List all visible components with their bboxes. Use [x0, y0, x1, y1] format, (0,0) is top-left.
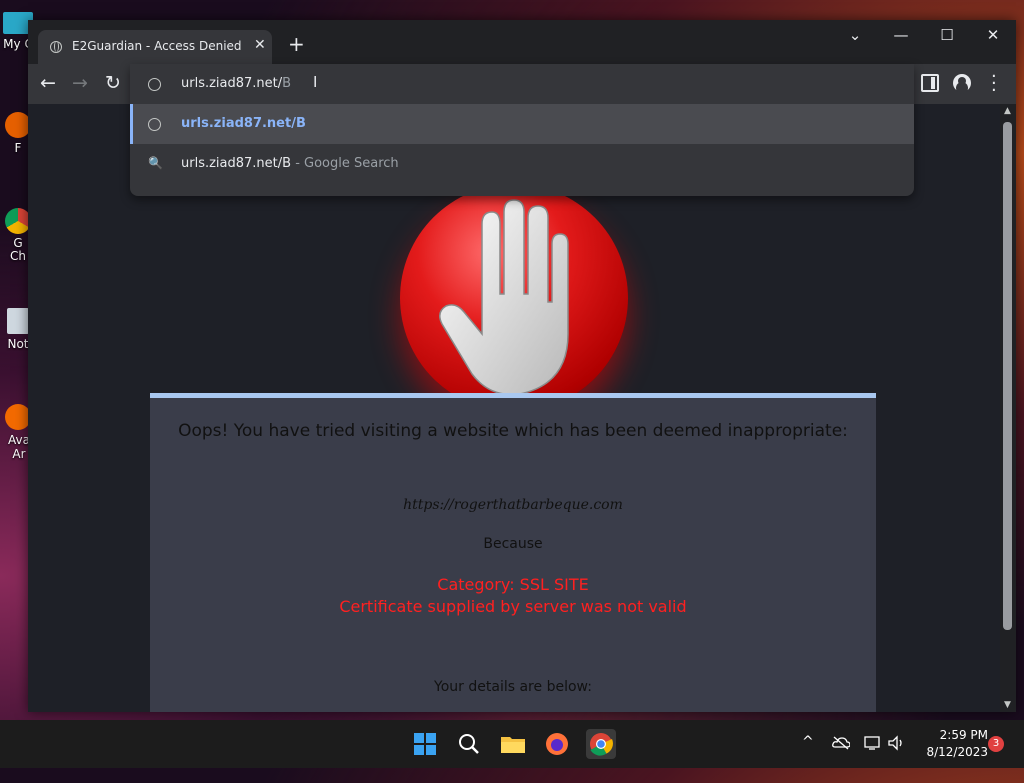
taskbar: ^ 2:59 PM 8/12/2023 — [0, 720, 1024, 768]
notepad-icon — [7, 308, 29, 334]
onedrive-icon[interactable] — [832, 735, 851, 783]
address-input[interactable]: urls.ziad87.net/B — [181, 76, 291, 91]
side-panel-icon[interactable] — [921, 74, 939, 92]
new-tab-button[interactable]: + — [288, 34, 305, 54]
address-autocomplete-text: B — [282, 76, 292, 91]
vertical-scrollbar[interactable]: ▲ ▼ — [1000, 104, 1016, 712]
firefox-icon[interactable] — [542, 729, 572, 759]
address-bar[interactable]: urls.ziad87.net/B I — [130, 64, 914, 104]
search-icon[interactable] — [454, 729, 484, 759]
suggestion-search[interactable]: 🔍 urls.ziad87.net/B - Google Search — [130, 144, 914, 184]
browser-window: E2Guardian - Access Denied ✕ + ⌄ — ☐ ✕ ←… — [28, 20, 1016, 712]
suggestion-sub: - Google Search — [291, 156, 399, 171]
reason-text: Certificate supplied by server was not v… — [339, 597, 687, 616]
globe-icon — [148, 78, 161, 91]
desktop-icon-label: G Ch — [10, 237, 26, 263]
clock-date: 8/12/2023 — [926, 745, 988, 759]
reload-button[interactable]: ↻ — [105, 73, 121, 93]
tab-search-dropdown-icon[interactable]: ⌄ — [840, 26, 870, 44]
scroll-up-icon[interactable]: ▲ — [1004, 106, 1011, 116]
tab-strip: E2Guardian - Access Denied ✕ + ⌄ — ☐ ✕ — [28, 20, 1016, 64]
maximize-button[interactable]: ☐ — [932, 26, 962, 44]
scrollbar-thumb[interactable] — [1003, 122, 1012, 630]
menu-dots-icon[interactable]: · · · — [991, 68, 997, 100]
search-icon: 🔍 — [148, 156, 163, 170]
profile-icon[interactable] — [953, 74, 971, 92]
notification-badge[interactable]: 3 — [988, 736, 1004, 752]
globe-icon — [148, 118, 161, 131]
suggestion-url[interactable]: urls.ziad87.net/B — [130, 104, 914, 144]
category-text: Category: SSL SITE — [437, 575, 589, 594]
suggestion-query: urls.ziad87.net/B — [181, 156, 292, 171]
text-cursor-icon: I — [313, 73, 318, 91]
block-category: Category: SSL SITE Certificate supplied … — [150, 574, 876, 618]
clock[interactable]: 2:59 PM 8/12/2023 — [900, 727, 988, 761]
back-button[interactable]: ← — [40, 73, 56, 93]
globe-icon — [50, 41, 62, 53]
because-label: Because — [483, 536, 543, 552]
omnibox-dropdown: urls.ziad87.net/B I urls.ziad87.net/B 🔍 … — [130, 64, 914, 196]
suggestion-text: urls.ziad87.net/B - Google Search — [181, 156, 399, 171]
network-icon[interactable] — [864, 735, 882, 783]
block-message-panel: Oops! You have tried visiting a website … — [150, 393, 876, 712]
tab-title: E2Guardian - Access Denied — [72, 39, 242, 53]
file-explorer-icon[interactable] — [498, 729, 528, 759]
blocked-url: https://rogerthatbarbeque.com — [403, 497, 623, 513]
tab-close-icon[interactable]: ✕ — [254, 37, 266, 53]
forward-button[interactable]: → — [72, 73, 88, 93]
stop-hand-icon — [400, 184, 628, 412]
show-hidden-icons-chevron-icon[interactable]: ^ — [802, 734, 814, 782]
clock-time: 2:59 PM — [939, 728, 988, 742]
block-headline: Oops! You have tried visiting a website … — [178, 421, 848, 441]
address-typed-text: urls.ziad87.net/ — [181, 76, 283, 91]
details-heading: Your details are below: — [434, 679, 592, 695]
tab-access-denied[interactable]: E2Guardian - Access Denied ✕ — [38, 30, 272, 64]
suggestion-text: urls.ziad87.net/B — [181, 116, 306, 131]
minimize-button[interactable]: — — [886, 26, 916, 44]
chrome-icon[interactable] — [586, 729, 616, 759]
scroll-down-icon[interactable]: ▼ — [1004, 700, 1011, 710]
windows-start-icon[interactable] — [410, 729, 440, 759]
close-window-button[interactable]: ✕ — [978, 26, 1008, 44]
